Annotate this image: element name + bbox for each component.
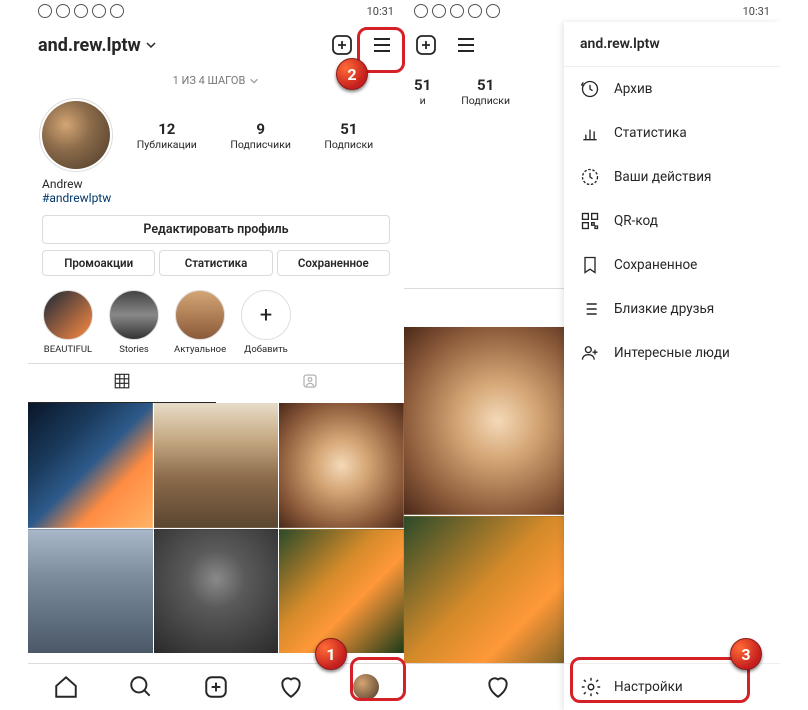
menu-label: Сохраненное [614,257,697,273]
post-thumb[interactable] [154,529,279,654]
profile-tabs [28,363,404,403]
profile-buttons: Промоакции Статистика Сохраненное [28,250,404,276]
post-thumb[interactable] [154,403,279,528]
bottom-nav [28,663,404,710]
tagged-icon [301,372,319,390]
chevron-down-icon [145,39,157,51]
posts-grid [28,403,404,653]
menu-label: Ваши действия [614,169,711,185]
highlight-label: BEAUTIFUL [42,344,94,355]
stat-following[interactable]: 51Подписки [461,76,510,107]
menu-qr[interactable]: QR-код [564,199,780,243]
archive-icon [580,79,600,99]
menu-label: Статистика [614,125,687,141]
highlight-add[interactable]: + Добавить [240,290,292,355]
menu-activity[interactable]: Ваши действия [564,155,780,199]
bio-hashtag[interactable]: #andrewlptw [42,191,390,205]
bio: Andrew #andrewlptw [28,177,404,205]
highlight-label: Добавить [240,344,292,355]
menu-insights[interactable]: Статистика [564,111,780,155]
post-thumb[interactable] [279,529,404,654]
saved-button[interactable]: Сохраненное [277,250,390,276]
username-switcher[interactable]: and.rew.lptw [38,35,157,56]
menu-label: Архив [614,81,653,97]
menu-saved[interactable]: Сохраненное [564,243,780,287]
highlight-item[interactable]: Актуальное [174,290,226,355]
side-drawer: and.rew.lptw Архив Статистика Ваши дейст… [564,22,780,710]
grid-icon [113,372,131,390]
status-bar: 10:31 [28,0,404,22]
nav-activity-icon[interactable] [485,674,511,700]
tab-grid[interactable] [28,364,216,403]
username-text: and.rew.lptw [38,35,141,56]
add-post-icon[interactable] [330,33,354,57]
profile-avatar[interactable] [42,101,110,169]
menu-close-friends[interactable]: Близкие друзья [564,287,780,331]
hamburger-menu-icon[interactable] [454,33,478,57]
highlight-item[interactable]: BEAUTIFUL [42,290,94,355]
tab-tagged[interactable] [216,364,404,403]
profile-stats-row: 12Публикации 9Подписчики 51Подписки [28,93,404,177]
story-highlights: BEAUTIFUL Stories Актуальное + Добавить [28,276,404,363]
nav-add-icon[interactable] [203,674,229,700]
list-icon [580,299,600,319]
status-time: 10:31 [743,5,770,18]
annotation-badge-1: 1 [315,638,347,670]
nav-home-icon[interactable] [53,674,79,700]
highlight-cover [43,290,93,340]
stat-followers[interactable]: 9Подписчики [230,120,291,151]
status-time: 10:31 [367,5,394,18]
annotation-badge-3: 3 [730,638,762,670]
insights-icon [580,123,600,143]
drawer-username: and.rew.lptw [564,22,780,67]
qr-icon [580,211,600,231]
stat-partial[interactable]: 51и [414,76,431,107]
highlight-label: Stories [108,344,160,355]
annotation-badge-2: 2 [336,58,368,90]
highlight-cover [175,290,225,340]
menu-label: Близкие друзья [614,301,714,317]
add-post-icon[interactable] [414,33,438,57]
post-thumb[interactable] [28,529,153,654]
highlight-label: Актуальное [174,344,226,355]
bookmark-icon [580,255,600,275]
post-thumb[interactable] [279,403,404,528]
bio-name: Andrew [42,177,390,191]
phone-left: 10:31 and.rew.lptw 1 ИЗ 4 ШАГОВ 12Публик… [28,0,404,710]
promo-button[interactable]: Промоакции [42,250,155,276]
nav-activity-icon[interactable] [278,674,304,700]
plus-icon: + [241,290,291,340]
highlight-item[interactable]: Stories [108,290,160,355]
stat-posts[interactable]: 12Публикации [137,120,197,151]
status-icons [38,4,124,18]
annotation-box-3 [570,657,750,703]
post-thumb[interactable] [28,403,153,528]
steps-text: 1 ИЗ 4 ШАГОВ [173,74,246,87]
status-bar: 10:31 [404,0,780,22]
menu-label: Интересные люди [614,345,730,361]
stat-following[interactable]: 51Подписки [324,120,373,151]
highlight-cover [109,290,159,340]
annotation-box-1 [350,657,406,701]
menu-archive[interactable]: Архив [564,67,780,111]
stats-button[interactable]: Статистика [159,250,272,276]
status-icons [414,4,500,18]
menu-label: QR-код [614,213,658,229]
edit-profile-button[interactable]: Редактировать профиль [42,215,390,244]
phone-right: 10:31 51и 51Подписки Сохраненное +ить an… [404,0,780,710]
nav-search-icon[interactable] [128,674,154,700]
chevron-down-icon [249,76,259,86]
menu-discover[interactable]: Интересные люди [564,331,780,375]
discover-people-icon [580,343,600,363]
activity-icon [580,167,600,187]
drawer-menu: Архив Статистика Ваши действия QR-код Со… [564,67,780,663]
